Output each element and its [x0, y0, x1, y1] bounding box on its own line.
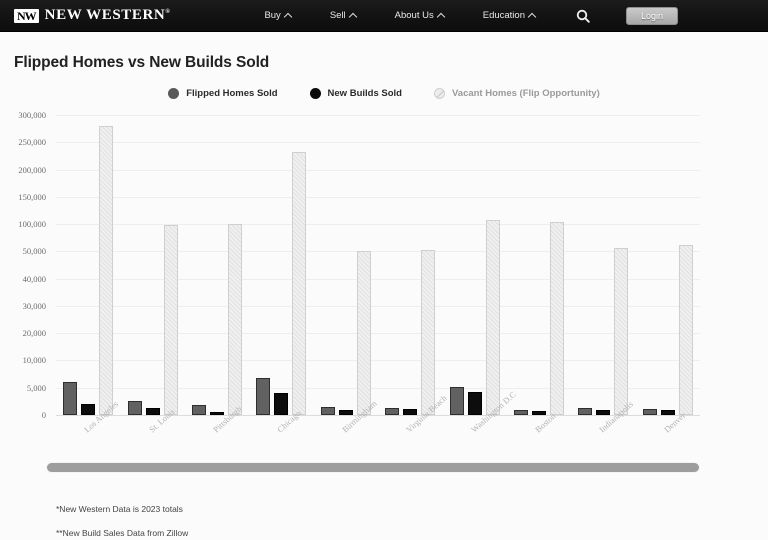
bar-group	[56, 115, 120, 415]
chart-legend: Flipped Homes Sold New Builds Sold Vacan…	[0, 88, 768, 99]
footnote-data-source-1: *New Western Data is 2023 totals	[56, 504, 183, 514]
page-title: Flipped Homes vs New Builds Sold	[14, 54, 269, 72]
bar-flipped-homes-sold[interactable]	[450, 387, 464, 415]
x-axis-line	[56, 415, 700, 416]
bar-flipped-homes-sold[interactable]	[321, 407, 335, 415]
bar-vacant-homes[interactable]	[164, 225, 178, 415]
nav-item-sell[interactable]: Sell	[330, 10, 357, 21]
nav-item-sell-label: Sell	[330, 10, 346, 21]
bar-vacant-homes[interactable]	[99, 126, 113, 415]
brand-logo[interactable]: NW NEW WESTERN®	[14, 7, 170, 24]
chevron-up-icon	[529, 12, 536, 19]
y-axis-tick-label: 50,000	[0, 246, 46, 256]
nav-item-buy-label: Buy	[264, 10, 280, 21]
bar-flipped-homes-sold[interactable]	[643, 409, 657, 415]
y-axis-tick-label: 5,000	[0, 383, 46, 393]
bar-vacant-homes[interactable]	[486, 220, 500, 415]
bar-flipped-homes-sold[interactable]	[192, 405, 206, 415]
bar-vacant-homes[interactable]	[292, 152, 306, 415]
horizontal-scrollbar[interactable]	[46, 462, 700, 473]
bar-new-builds-sold[interactable]	[468, 392, 482, 415]
legend-item-flipped-homes-sold[interactable]: Flipped Homes Sold	[168, 88, 277, 99]
y-axis-tick-label: 0	[0, 410, 46, 420]
search-icon[interactable]	[576, 9, 590, 23]
bar-group	[120, 115, 184, 415]
chart-plot-area: 0 5,000 10,000 20,000 30,000 40,000 50,000 100,…	[0, 110, 768, 460]
bar-vacant-homes[interactable]	[679, 245, 693, 415]
page-body: Flipped Homes vs New Builds Sold Flipped…	[0, 32, 768, 540]
bar-new-builds-sold[interactable]	[596, 410, 610, 415]
bar-new-builds-sold[interactable]	[532, 411, 546, 415]
y-axis-tick-label: 20,000	[0, 328, 46, 338]
nav-item-about-us[interactable]: About Us	[395, 10, 445, 21]
bar-group	[507, 115, 571, 415]
bar-flipped-homes-sold[interactable]	[385, 408, 399, 415]
legend-label-new-builds-sold: New Builds Sold	[328, 88, 402, 99]
legend-item-vacant-homes[interactable]: Vacant Homes (Flip Opportunity)	[434, 88, 600, 99]
bar-group	[185, 115, 249, 415]
legend-label-vacant-homes: Vacant Homes (Flip Opportunity)	[452, 88, 600, 99]
bar-flipped-homes-sold[interactable]	[256, 378, 270, 415]
footnote-data-source-2: **New Build Sales Data from Zillow	[56, 528, 188, 538]
bar-group	[442, 115, 506, 415]
bar-new-builds-sold[interactable]	[339, 410, 353, 415]
y-axis-tick-label: 10,000	[0, 355, 46, 365]
bar-vacant-homes[interactable]	[357, 251, 371, 415]
legend-swatch-icon	[434, 88, 445, 99]
bar-vacant-homes[interactable]	[228, 224, 242, 415]
bar-new-builds-sold[interactable]	[403, 409, 417, 415]
bar-vacant-homes[interactable]	[614, 248, 628, 415]
bar-new-builds-sold[interactable]	[146, 408, 160, 415]
brand-name-text: NEW WESTERN	[45, 7, 166, 23]
nav-item-education-label: Education	[483, 10, 525, 21]
brand-name: NEW WESTERN®	[45, 7, 171, 24]
registered-trademark-icon: ®	[165, 9, 170, 15]
bar-group	[571, 115, 635, 415]
chevron-up-icon	[285, 12, 292, 19]
brand-monogram-icon: NW	[14, 9, 39, 23]
bar-group	[636, 115, 700, 415]
y-axis-tick-label: 100,000	[0, 219, 46, 229]
y-axis-tick-label: 250,000	[0, 137, 46, 147]
y-axis-tick-label: 300,000	[0, 110, 46, 120]
bar-group	[249, 115, 313, 415]
y-axis-tick-label: 150,000	[0, 192, 46, 202]
scrollbar-thumb[interactable]	[47, 463, 699, 472]
legend-item-new-builds-sold[interactable]: New Builds Sold	[310, 88, 402, 99]
bar-flipped-homes-sold[interactable]	[63, 382, 77, 415]
bar-flipped-homes-sold[interactable]	[578, 408, 592, 415]
chevron-up-icon	[350, 12, 357, 19]
bar-new-builds-sold[interactable]	[274, 393, 288, 415]
y-axis-tick-label: 200,000	[0, 165, 46, 175]
login-button[interactable]: Login	[626, 7, 678, 25]
y-axis-tick-label: 30,000	[0, 301, 46, 311]
y-axis-tick-label: 40,000	[0, 274, 46, 284]
nav-item-about-us-label: About Us	[395, 10, 434, 21]
legend-swatch-icon	[310, 88, 321, 99]
bar-new-builds-sold[interactable]	[210, 412, 224, 415]
bar-new-builds-sold[interactable]	[81, 404, 95, 415]
bar-flipped-homes-sold[interactable]	[128, 401, 142, 415]
bar-group	[378, 115, 442, 415]
nav-item-education[interactable]: Education	[483, 10, 536, 21]
bar-vacant-homes[interactable]	[421, 250, 435, 415]
nav-links: Buy Sell About Us Education	[264, 10, 536, 21]
bar-new-builds-sold[interactable]	[661, 410, 675, 415]
chevron-up-icon	[438, 12, 445, 19]
legend-swatch-icon	[168, 88, 179, 99]
nav-item-buy[interactable]: Buy	[264, 10, 291, 21]
chart-canvas: 05,00010,00020,00030,00040,00050,000100,…	[56, 115, 700, 415]
bar-vacant-homes[interactable]	[550, 222, 564, 415]
bar-flipped-homes-sold[interactable]	[514, 410, 528, 415]
top-navigation-bar: NW NEW WESTERN® Buy Sell About Us Educat…	[0, 0, 768, 32]
legend-label-flipped-homes-sold: Flipped Homes Sold	[186, 88, 277, 99]
bar-group	[314, 115, 378, 415]
